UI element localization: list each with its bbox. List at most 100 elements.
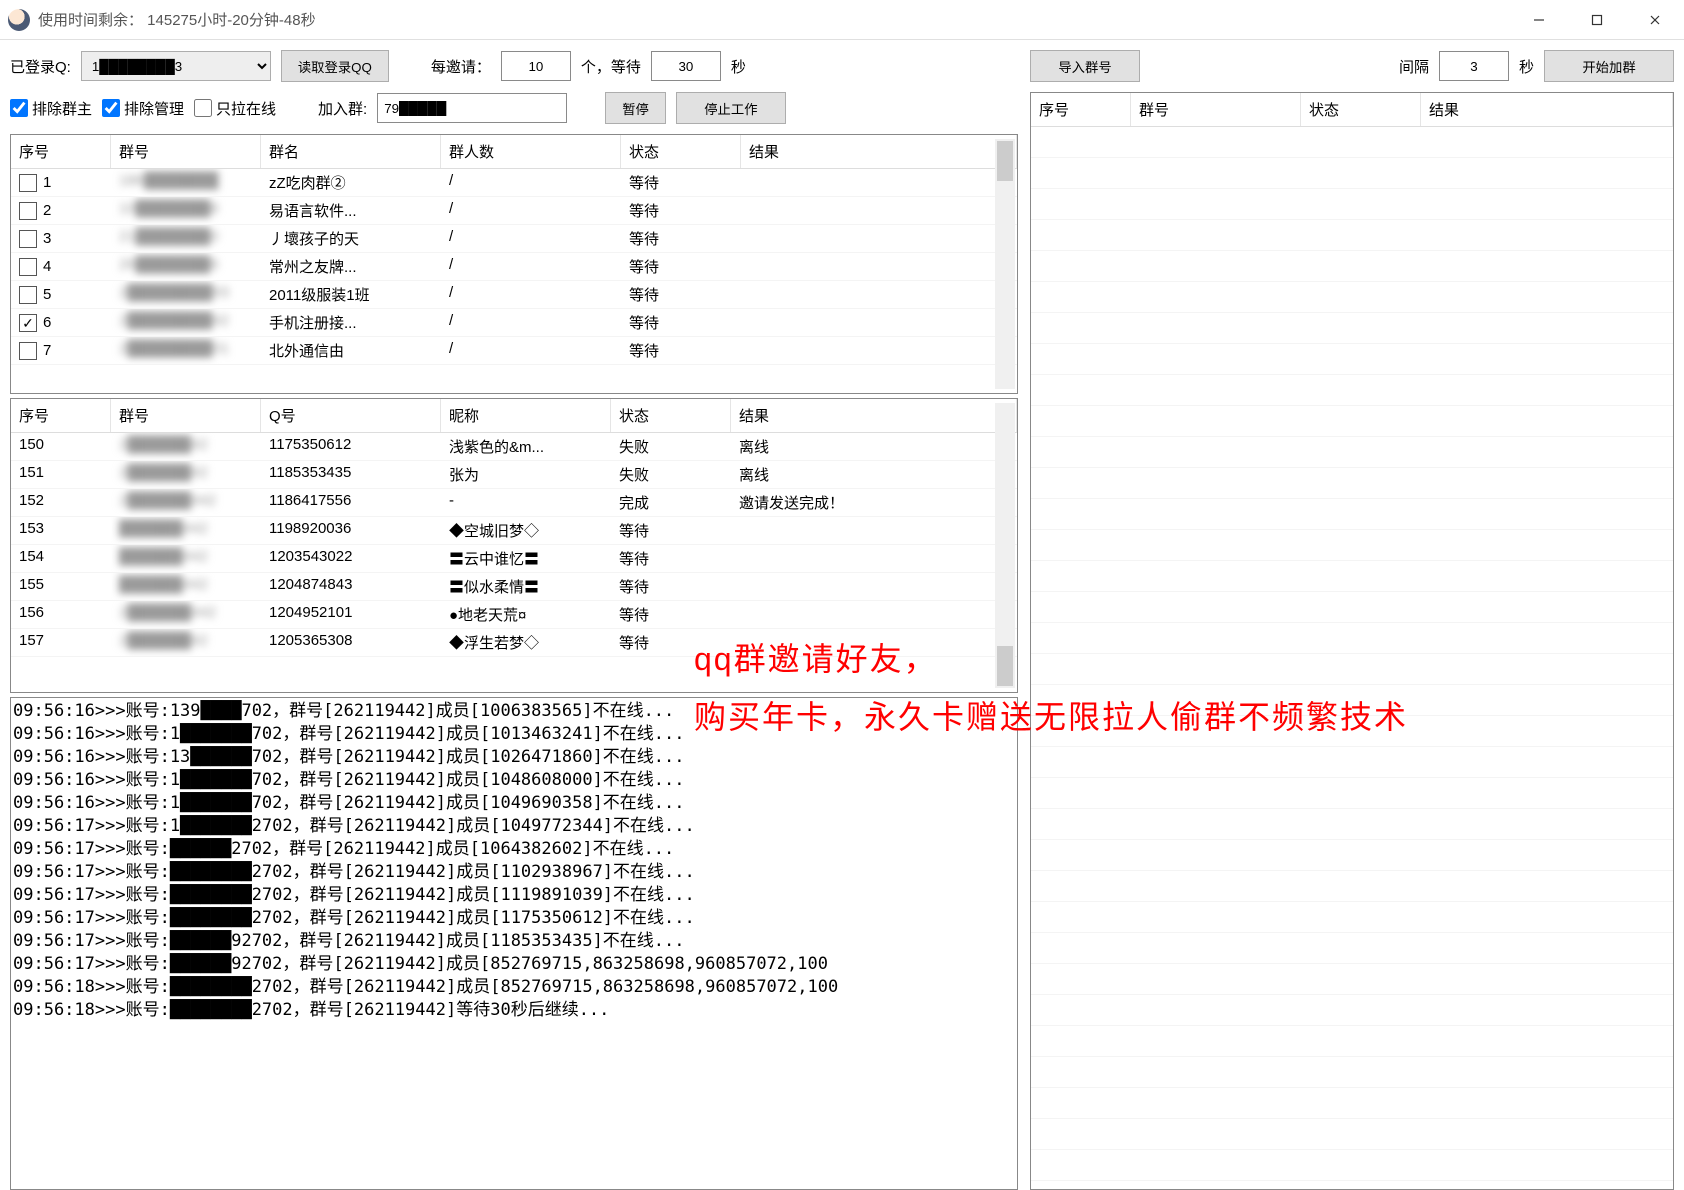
table-row bbox=[1031, 437, 1673, 468]
table-row bbox=[1031, 747, 1673, 778]
read-login-button[interactable]: 读取登录QQ bbox=[281, 50, 389, 82]
table-row[interactable]: 62████████42手机注册接.../等待 bbox=[11, 309, 1017, 337]
col-members: 群人数 bbox=[441, 135, 621, 168]
row-checkbox[interactable] bbox=[19, 202, 37, 220]
row-checkbox[interactable] bbox=[19, 314, 37, 332]
start-join-button[interactable]: 开始加群 bbox=[1544, 50, 1674, 82]
table-row[interactable]: 154██████4421203543022〓云中谁忆〓等待 bbox=[11, 545, 1017, 573]
table-row[interactable]: 1186███████zZ吃肉群②/等待 bbox=[11, 169, 1017, 197]
only-online-checkbox[interactable]: 只拉在线 bbox=[194, 98, 276, 119]
table-row bbox=[1031, 1057, 1673, 1088]
table-row bbox=[1031, 1119, 1673, 1150]
groups-table: 序号 群号 群名 群人数 状态 结果 1186███████zZ吃肉群②/等待2… bbox=[10, 134, 1018, 394]
table-row[interactable]: 1502██████421175350612浅紫色的&m...失败离线 bbox=[11, 433, 1017, 461]
account-combo[interactable]: 1████████3 bbox=[81, 51, 271, 81]
table-row bbox=[1031, 344, 1673, 375]
table-row[interactable]: 426███████6常州之友牌.../等待 bbox=[11, 253, 1017, 281]
log-line: 09:56:16>>>账号:13██████702，群号[262119442]成… bbox=[13, 746, 1015, 769]
log-line: 09:56:17>>>账号:██████2702，群号[262119442]成员… bbox=[13, 838, 1015, 861]
col-result: 结果 bbox=[731, 399, 1017, 432]
col-groupno: 群号 bbox=[1131, 93, 1301, 126]
row-checkbox[interactable] bbox=[19, 174, 37, 192]
col-result: 结果 bbox=[741, 135, 1017, 168]
table-row[interactable]: 153██████4421198920036◆空城旧梦◇等待 bbox=[11, 517, 1017, 545]
join-group-input[interactable] bbox=[377, 93, 567, 123]
table-row[interactable]: 1562██████4421204952101●地老天荒¤等待 bbox=[11, 601, 1017, 629]
per-invite-input[interactable] bbox=[501, 51, 571, 81]
window-maximize-button[interactable] bbox=[1568, 0, 1626, 40]
row-checkbox[interactable] bbox=[19, 342, 37, 360]
col-seq: 序号 bbox=[11, 135, 111, 168]
col-status: 状态 bbox=[611, 399, 731, 432]
window-close-button[interactable] bbox=[1626, 0, 1684, 40]
table-row[interactable]: 155██████4421204874843〓似水柔情〓等待 bbox=[11, 573, 1017, 601]
col-qq: Q号 bbox=[261, 399, 441, 432]
table-row bbox=[1031, 468, 1673, 499]
table-row bbox=[1031, 220, 1673, 251]
col-nick: 昵称 bbox=[441, 399, 611, 432]
table-row bbox=[1031, 964, 1673, 995]
log-line: 09:56:16>>>账号:1███████702，群号[262119442]成… bbox=[13, 792, 1015, 815]
table-row bbox=[1031, 1026, 1673, 1057]
col-seq: 序号 bbox=[11, 399, 111, 432]
stop-button[interactable]: 停止工作 bbox=[676, 92, 786, 124]
table-row bbox=[1031, 561, 1673, 592]
table-row bbox=[1031, 1150, 1673, 1181]
pause-button[interactable]: 暂停 bbox=[605, 92, 666, 124]
log-line: 09:56:17>>>账号:██████92702，群号[262119442]成… bbox=[13, 953, 1015, 976]
log-line: 09:56:17>>>账号:████████2702，群号[262119442]… bbox=[13, 861, 1015, 884]
col-seq: 序号 bbox=[1031, 93, 1131, 126]
table-row bbox=[1031, 189, 1673, 220]
table-row bbox=[1031, 406, 1673, 437]
exclude-admin-checkbox[interactable]: 排除管理 bbox=[102, 98, 184, 119]
table-row[interactable]: 321███████0丿壞孩子的天/等待 bbox=[11, 225, 1017, 253]
table-row bbox=[1031, 902, 1673, 933]
log-line: 09:56:18>>>账号:████████2702，群号[262119442]… bbox=[13, 999, 1015, 1022]
table-row bbox=[1031, 251, 1673, 282]
table-row bbox=[1031, 313, 1673, 344]
log-panel[interactable]: 09:56:16>>>账号:139████702，群号[262119442]成员… bbox=[10, 697, 1018, 1190]
table-row[interactable]: 52████████932011级服装1班/等待 bbox=[11, 281, 1017, 309]
import-groups-button[interactable]: 导入群号 bbox=[1030, 50, 1140, 82]
table-row bbox=[1031, 375, 1673, 406]
table-row bbox=[1031, 778, 1673, 809]
table-row bbox=[1031, 499, 1673, 530]
table-row bbox=[1031, 158, 1673, 189]
col-groupno: 群号 bbox=[111, 399, 261, 432]
table-row bbox=[1031, 592, 1673, 623]
log-line: 09:56:17>>>账号:██████92702，群号[262119442]成… bbox=[13, 930, 1015, 953]
log-line: 09:56:17>>>账号:████████2702，群号[262119442]… bbox=[13, 884, 1015, 907]
col-groupname: 群名 bbox=[261, 135, 441, 168]
per-invite-unit: 个，等待 bbox=[581, 56, 641, 77]
table-row[interactable]: 1512██████421185353435张为失败离线 bbox=[11, 461, 1017, 489]
exclude-owner-checkbox[interactable]: 排除群主 bbox=[10, 98, 92, 119]
col-status: 状态 bbox=[1301, 93, 1421, 126]
row-checkbox[interactable] bbox=[19, 258, 37, 276]
per-invite-label: 每邀请： bbox=[431, 56, 491, 77]
window-minimize-button[interactable] bbox=[1510, 0, 1568, 40]
app-avatar-icon bbox=[8, 9, 30, 31]
wait-input[interactable] bbox=[651, 51, 721, 81]
interval-input[interactable] bbox=[1439, 51, 1509, 81]
table-row bbox=[1031, 871, 1673, 902]
right-toolbar: 导入群号 间隔 秒 开始加群 bbox=[1030, 50, 1674, 82]
table-row bbox=[1031, 809, 1673, 840]
join-queue-header: 序号 群号 状态 结果 bbox=[1031, 93, 1673, 127]
row-checkbox[interactable] bbox=[19, 286, 37, 304]
log-line: 09:56:16>>>账号:1███████702，群号[262119442]成… bbox=[13, 769, 1015, 792]
log-line: 09:56:17>>>账号:████████2702，群号[262119442]… bbox=[13, 907, 1015, 930]
table-row bbox=[1031, 127, 1673, 158]
table-row[interactable]: 210███████8易语言软件.../等待 bbox=[11, 197, 1017, 225]
interval-label: 间隔 bbox=[1399, 56, 1429, 77]
scrollbar[interactable] bbox=[995, 139, 1015, 389]
table-row bbox=[1031, 933, 1673, 964]
join-group-label: 加入群: bbox=[318, 98, 367, 119]
log-line: 09:56:17>>>账号:1███████2702，群号[262119442]… bbox=[13, 815, 1015, 838]
row-checkbox[interactable] bbox=[19, 230, 37, 248]
table-row[interactable]: 1522██████4421186417556-完成邀请发送完成！ bbox=[11, 489, 1017, 517]
window-titlebar: 使用时间剩余： 145275小时-20分钟-48秒 bbox=[0, 0, 1684, 40]
log-line: 09:56:18>>>账号:████████2702，群号[262119442]… bbox=[13, 976, 1015, 999]
window-title: 使用时间剩余： 145275小时-20分钟-48秒 bbox=[38, 9, 316, 30]
table-row[interactable]: 72████████01北外通信由/等待 bbox=[11, 337, 1017, 365]
interval-sec: 秒 bbox=[1519, 56, 1534, 77]
